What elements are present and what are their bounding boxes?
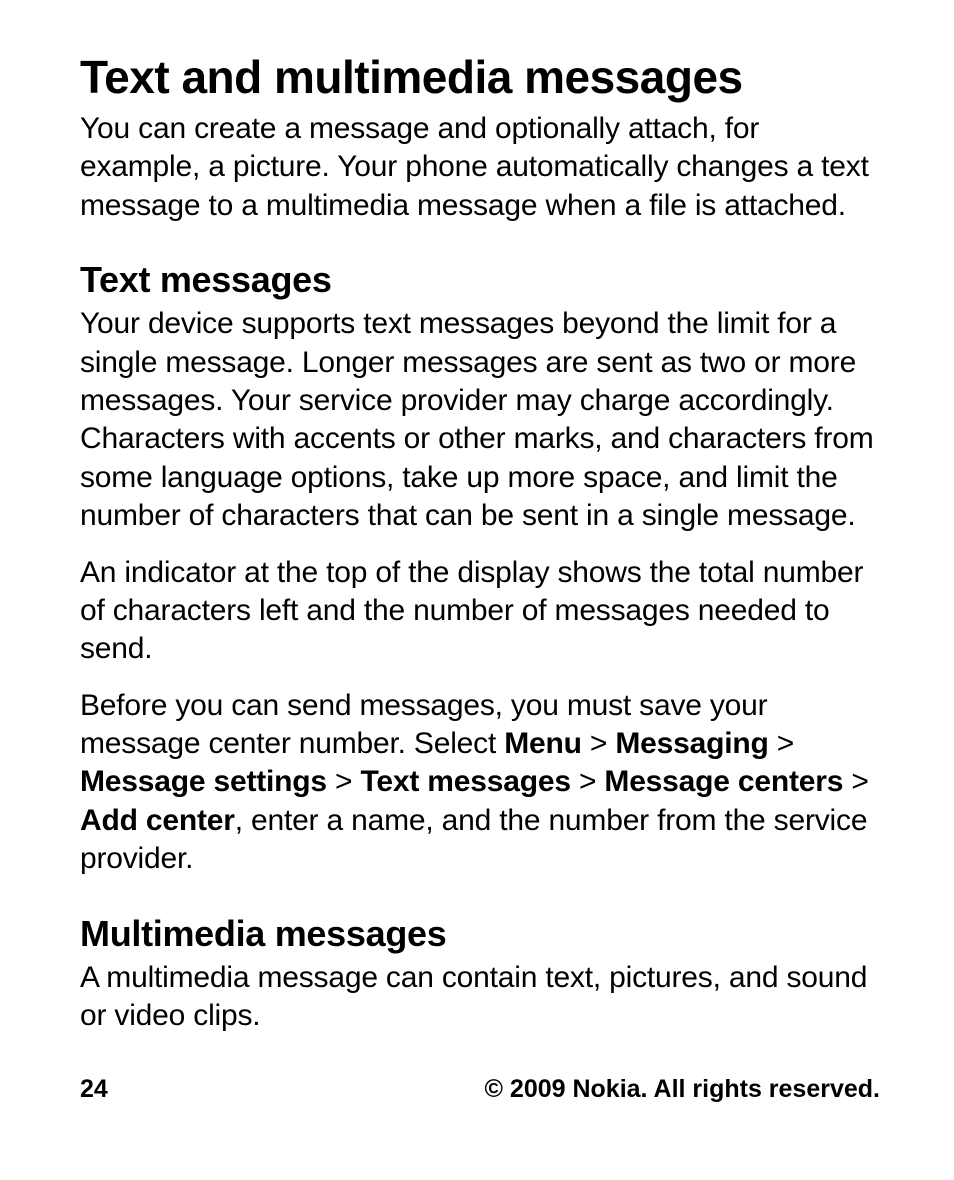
- menu-path-item: Message centers: [604, 765, 843, 798]
- menu-path-item: Menu: [504, 727, 582, 760]
- page-footer: 24 © 2009 Nokia. All rights reserved.: [80, 1075, 880, 1104]
- copyright-text: © 2009 Nokia. All rights reserved.: [485, 1075, 880, 1104]
- text-messages-paragraph-1: Your device supports text messages beyon…: [80, 305, 880, 535]
- page-title: Text and multimedia messages: [80, 50, 880, 104]
- document-page: Text and multimedia messages You can cre…: [0, 0, 954, 1180]
- menu-path-item: Message settings: [80, 765, 327, 798]
- multimedia-messages-paragraph: A multimedia message can contain text, p…: [80, 959, 880, 1036]
- menu-navigation-path: Before you can send messages, you must s…: [80, 687, 880, 879]
- text-messages-paragraph-2: An indicator at the top of the display s…: [80, 554, 880, 669]
- section-heading-multimedia-messages: Multimedia messages: [80, 913, 880, 955]
- intro-paragraph: You can create a message and optionally …: [80, 110, 880, 225]
- menu-path-item: Messaging: [615, 727, 768, 760]
- menu-path-item: Text messages: [361, 765, 571, 798]
- menu-path-item: Add center: [80, 804, 235, 837]
- page-number: 24: [80, 1075, 108, 1104]
- section-heading-text-messages: Text messages: [80, 259, 880, 301]
